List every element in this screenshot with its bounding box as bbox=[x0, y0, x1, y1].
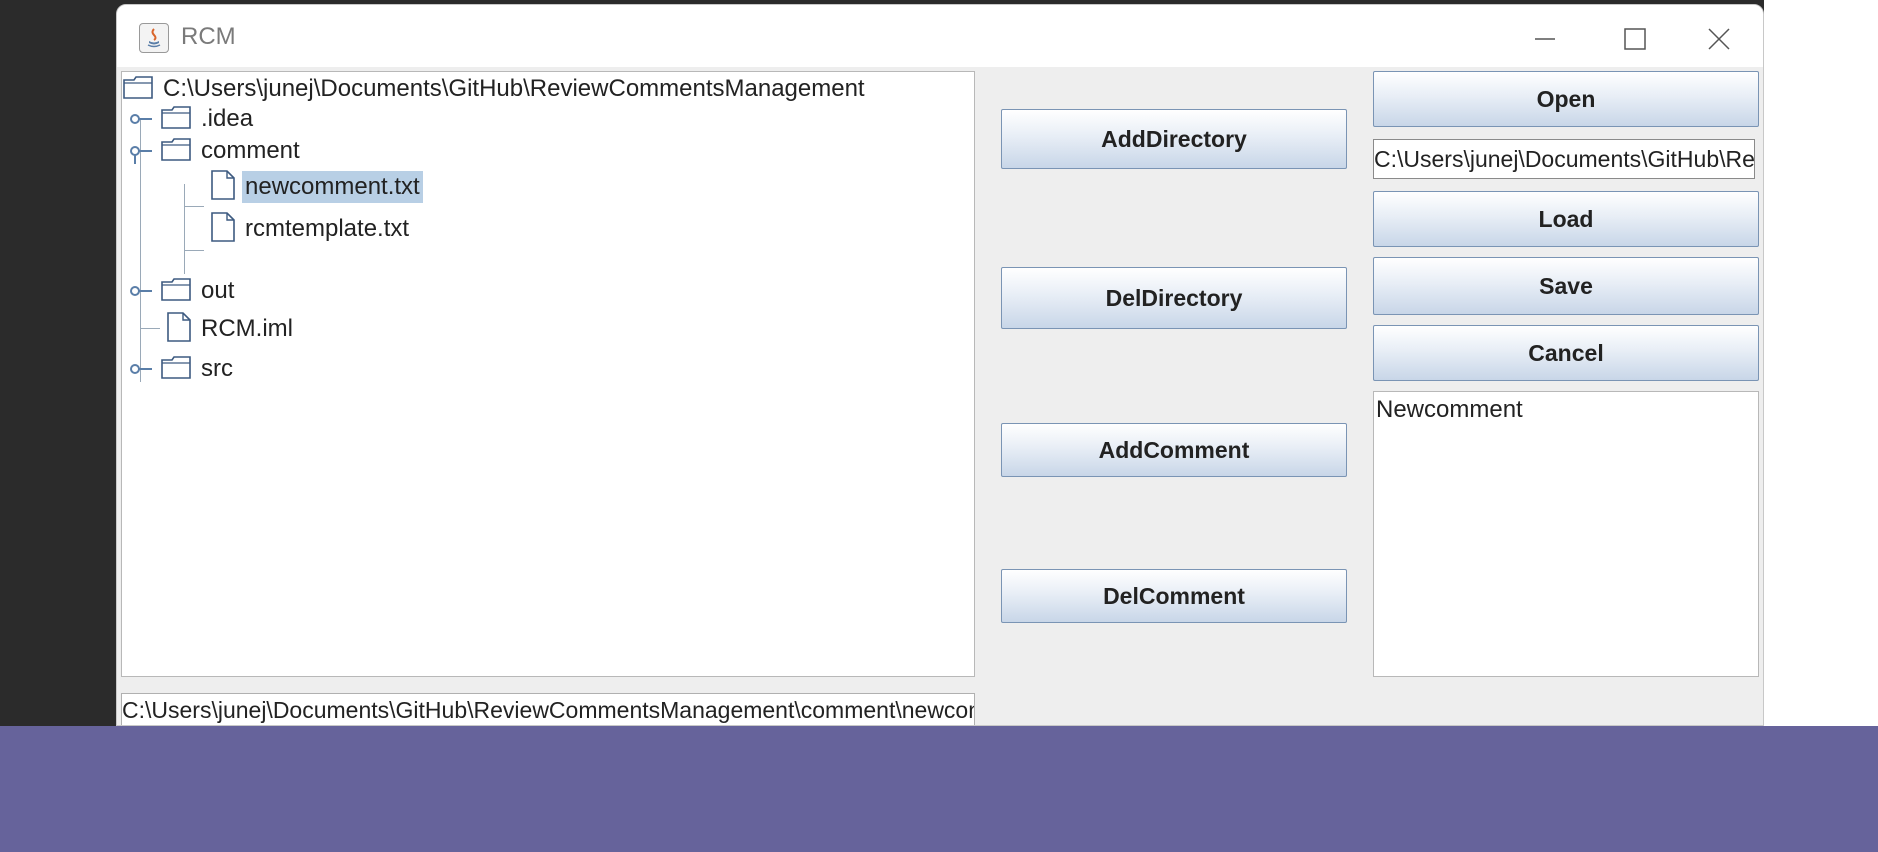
tree-item-rcm-iml[interactable]: RCM.iml bbox=[166, 311, 296, 348]
minimize-icon bbox=[1535, 38, 1555, 40]
maximize-button[interactable] bbox=[1605, 19, 1665, 59]
file-icon bbox=[210, 169, 236, 206]
tree-item-label: rcmtemplate.txt bbox=[245, 215, 410, 242]
del-directory-button[interactable]: DelDirectory bbox=[1001, 267, 1347, 329]
tree-item-out[interactable]: out bbox=[160, 274, 237, 308]
java-app-icon bbox=[139, 23, 169, 53]
file-path-input[interactable]: C:\Users\junej\Documents\GitHub\ReviewCo… bbox=[1373, 139, 1755, 179]
file-icon bbox=[166, 311, 192, 348]
background-desktop bbox=[1764, 0, 1878, 726]
folder-icon bbox=[160, 136, 192, 167]
close-button[interactable] bbox=[1689, 19, 1749, 59]
tree-item-label: comment bbox=[201, 137, 300, 164]
tree-root-label: C:\Users\junej\Documents\GitHub\ReviewCo… bbox=[163, 75, 865, 102]
tree-item-idea[interactable]: .idea bbox=[160, 102, 256, 136]
tree-connector bbox=[184, 184, 185, 274]
title-bar[interactable]: RCM bbox=[117, 5, 1763, 67]
save-button[interactable]: Save bbox=[1373, 257, 1759, 315]
background-editor bbox=[0, 0, 116, 726]
rcm-window: RCM C:\Users\junej\Documents\GitHub\Revi… bbox=[116, 4, 1764, 726]
tree-item-label: .idea bbox=[201, 105, 254, 132]
comment-text-area[interactable]: Newcomment bbox=[1373, 391, 1759, 677]
tree-item-label: RCM.iml bbox=[201, 315, 293, 342]
cancel-button[interactable]: Cancel bbox=[1373, 325, 1759, 381]
taskbar-area bbox=[0, 726, 1878, 852]
file-tree[interactable]: C:\Users\junej\Documents\GitHub\ReviewCo… bbox=[121, 71, 975, 677]
tree-item-label: newcomment.txt bbox=[242, 171, 423, 203]
collapsed-expander-icon[interactable] bbox=[130, 112, 154, 126]
add-directory-button[interactable]: AddDirectory bbox=[1001, 109, 1347, 169]
expanded-expander-icon[interactable] bbox=[130, 144, 154, 164]
collapsed-expander-icon[interactable] bbox=[130, 362, 154, 376]
window-title: RCM bbox=[181, 23, 236, 50]
tree-item-newcomment[interactable]: newcomment.txt bbox=[210, 169, 423, 206]
selected-path-field[interactable]: C:\Users\junej\Documents\GitHub\ReviewCo… bbox=[121, 693, 975, 725]
del-comment-button[interactable]: DelComment bbox=[1001, 569, 1347, 623]
folder-icon bbox=[160, 104, 192, 135]
tree-connector bbox=[184, 206, 204, 207]
load-button[interactable]: Load bbox=[1373, 191, 1759, 247]
add-comment-button[interactable]: AddComment bbox=[1001, 423, 1347, 477]
tree-item-rcmtemplate[interactable]: rcmtemplate.txt bbox=[210, 211, 412, 248]
minimize-button[interactable] bbox=[1515, 19, 1575, 59]
tree-connector bbox=[140, 328, 160, 329]
maximize-icon bbox=[1624, 28, 1646, 50]
tree-item-src[interactable]: src bbox=[160, 352, 236, 386]
open-button[interactable]: Open bbox=[1373, 71, 1759, 127]
tree-item-label: out bbox=[201, 277, 235, 304]
tree-item-comment[interactable]: comment bbox=[160, 134, 303, 168]
collapsed-expander-icon[interactable] bbox=[130, 284, 154, 298]
folder-icon bbox=[160, 276, 192, 307]
folder-icon bbox=[122, 74, 154, 105]
folder-icon bbox=[160, 354, 192, 385]
tree-connector bbox=[184, 250, 204, 251]
close-icon bbox=[1708, 28, 1730, 50]
tree-item-label: src bbox=[201, 355, 233, 382]
file-icon bbox=[210, 211, 236, 248]
tree-root[interactable]: C:\Users\junej\Documents\GitHub\ReviewCo… bbox=[122, 72, 868, 106]
